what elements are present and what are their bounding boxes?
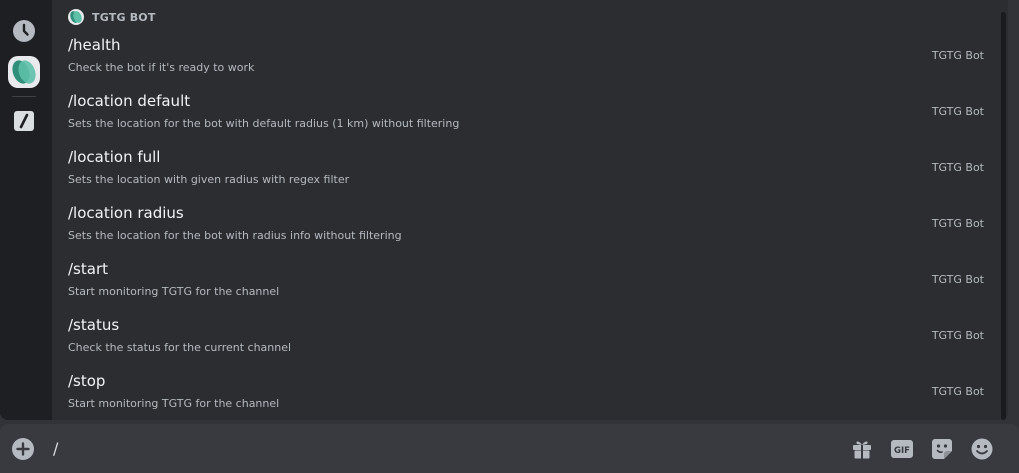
command-description: Sets the location for the bot with defau… bbox=[68, 117, 460, 130]
rail-divider bbox=[12, 96, 36, 97]
tgtg-bot-avatar bbox=[12, 60, 36, 84]
command-name: /location default bbox=[68, 92, 191, 110]
command-name: /start bbox=[68, 260, 108, 278]
clock-icon bbox=[13, 20, 35, 42]
command-name: /health bbox=[68, 36, 121, 54]
plus-circle-icon bbox=[12, 438, 34, 460]
command-name: /status bbox=[68, 316, 120, 334]
command-source: TGTG Bot bbox=[931, 105, 984, 118]
gift-button[interactable] bbox=[850, 437, 874, 461]
message-input[interactable]: / bbox=[53, 439, 58, 458]
app-root: TGTG BOT /health Check the bot if it's r… bbox=[0, 0, 1019, 473]
command-name: /location radius bbox=[68, 204, 184, 222]
command-item-status[interactable]: /status Check the status for the current… bbox=[52, 308, 1002, 364]
add-attachment-button[interactable] bbox=[12, 438, 34, 460]
command-autocomplete-popup: TGTG BOT /health Check the bot if it's r… bbox=[0, 0, 1008, 420]
command-description: Sets the location with given radius with… bbox=[68, 173, 350, 186]
command-description: Check the bot if it's ready to work bbox=[68, 61, 255, 74]
command-name: /stop bbox=[68, 372, 106, 390]
sticker-icon bbox=[932, 439, 952, 459]
command-item-health[interactable]: /health Check the bot if it's ready to w… bbox=[52, 28, 1002, 84]
command-item-location-default[interactable]: /location default Sets the location for … bbox=[52, 84, 1002, 140]
chat-input-bar: / GIF bbox=[0, 424, 1019, 473]
command-name: /location full bbox=[68, 148, 161, 166]
popup-scrollbar[interactable] bbox=[1001, 12, 1006, 420]
gift-icon bbox=[853, 441, 871, 459]
command-description: Start monitoring TGTG for the channel bbox=[68, 397, 280, 410]
command-source: TGTG Bot bbox=[931, 385, 984, 398]
command-item-stop[interactable]: /stop Start monitoring TGTG for the chan… bbox=[52, 364, 1002, 420]
command-item-location-radius[interactable]: /location radius Sets the location for t… bbox=[52, 196, 1002, 252]
section-title: TGTG BOT bbox=[92, 10, 156, 24]
recent-commands-button[interactable] bbox=[8, 15, 40, 47]
builtin-commands-button[interactable] bbox=[8, 105, 40, 137]
sticker-button[interactable] bbox=[930, 437, 954, 461]
command-description: Check the status for the current channel bbox=[68, 341, 292, 354]
command-description: Sets the location for the bot with radiu… bbox=[68, 229, 402, 242]
command-description: Start monitoring TGTG for the channel bbox=[68, 285, 280, 298]
command-source: TGTG Bot bbox=[931, 161, 984, 174]
tgtg-bot-small-avatar bbox=[68, 9, 84, 25]
command-source: TGTG Bot bbox=[931, 273, 984, 286]
svg-text:GIF: GIF bbox=[894, 446, 910, 456]
command-source: TGTG Bot bbox=[931, 49, 984, 62]
command-category-rail bbox=[0, 0, 52, 420]
command-list: /health Check the bot if it's ready to w… bbox=[52, 28, 1002, 420]
command-source: TGTG Bot bbox=[931, 217, 984, 230]
gif-button[interactable]: GIF bbox=[890, 437, 914, 461]
command-item-start[interactable]: /start Start monitoring TGTG for the cha… bbox=[52, 252, 1002, 308]
slash-command-icon bbox=[14, 111, 34, 131]
command-item-location-full[interactable]: /location full Sets the location with gi… bbox=[52, 140, 1002, 196]
emoji-icon bbox=[971, 438, 993, 460]
section-header: TGTG BOT bbox=[68, 9, 156, 25]
tgtg-bot-category-button[interactable] bbox=[8, 56, 40, 88]
emoji-button[interactable] bbox=[970, 437, 994, 461]
gif-icon: GIF bbox=[891, 440, 913, 458]
command-source: TGTG Bot bbox=[931, 329, 984, 342]
